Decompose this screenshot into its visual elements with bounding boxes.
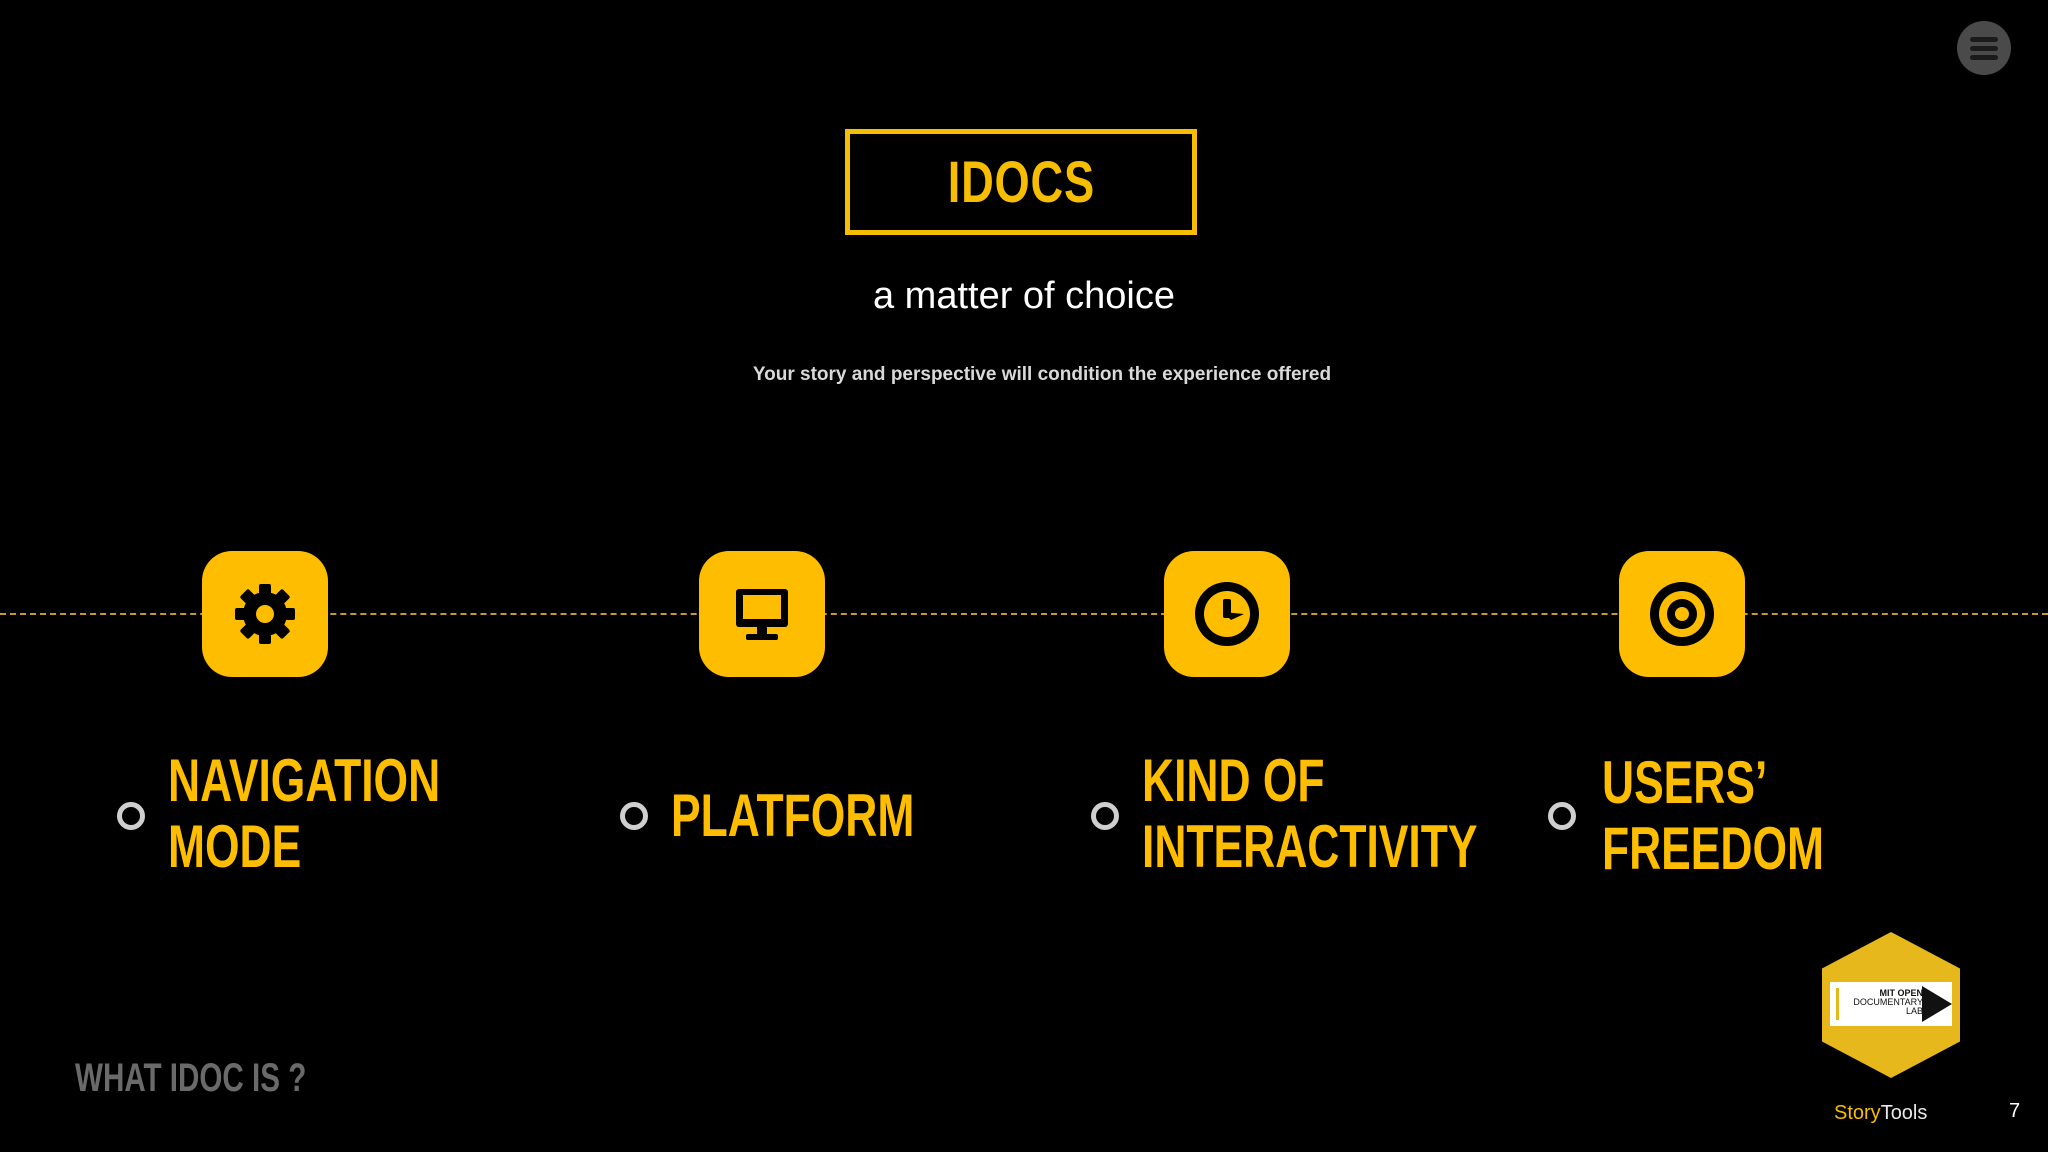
interactivity-tile[interactable]: [1164, 551, 1290, 677]
option-label-line: PLATFORM: [671, 782, 915, 849]
freedom-tile[interactable]: [1619, 551, 1745, 677]
hamburger-menu-icon: [1970, 36, 1998, 42]
monitor-icon: [736, 589, 788, 640]
gear-icon: [235, 584, 295, 644]
option-label-line: MODE: [168, 813, 302, 880]
hamburger-line: [1970, 54, 1998, 60]
hamburger-line: [1970, 45, 1998, 51]
radio-navigation-mode[interactable]: [117, 802, 145, 830]
brand-part: Tools: [1880, 1102, 1928, 1124]
play-icon: [1922, 986, 1952, 1022]
option-label-navigation-mode[interactable]: NAVIGATION MODE: [168, 748, 440, 880]
platform-tile[interactable]: [699, 551, 825, 677]
subtitle: a matter of choice: [872, 275, 1176, 317]
page-title: IDOCS: [947, 149, 1095, 215]
page-number: 7: [2009, 1100, 2021, 1122]
title-box: IDOCS: [845, 129, 1197, 235]
option-label-users-freedom[interactable]: USERS’ FREEDOM: [1602, 750, 1824, 882]
brand-part: Story: [1834, 1102, 1881, 1124]
section-label: WHAT IDOC IS ?: [75, 1056, 307, 1100]
radio-users-freedom[interactable]: [1548, 802, 1576, 830]
target-icon: [1650, 582, 1714, 646]
logo-line: LAB: [1905, 1006, 1923, 1016]
option-label-line: USERS’: [1602, 749, 1768, 816]
option-label-line: KIND OF: [1142, 747, 1325, 814]
option-label-line: FREEDOM: [1602, 815, 1824, 882]
brand-storytools: StoryTools: [1834, 1102, 1927, 1125]
option-label-line: INTERACTIVITY: [1142, 813, 1478, 880]
option-label-platform[interactable]: PLATFORM: [671, 783, 914, 849]
clock-icon: [1195, 582, 1259, 646]
option-label-line: NAVIGATION: [168, 747, 441, 814]
menu-button[interactable]: [1957, 21, 2011, 75]
description: Your story and perspective will conditio…: [752, 364, 1332, 385]
logo-text: MIT OPEN DOCUMENTARY LAB: [1833, 989, 1923, 1016]
option-label-kind-of-interactivity[interactable]: KIND OF INTERACTIVITY: [1142, 748, 1477, 880]
navigation-mode-tile[interactable]: [202, 551, 328, 677]
radio-kind-of-interactivity[interactable]: [1091, 802, 1119, 830]
radio-platform[interactable]: [620, 802, 648, 830]
